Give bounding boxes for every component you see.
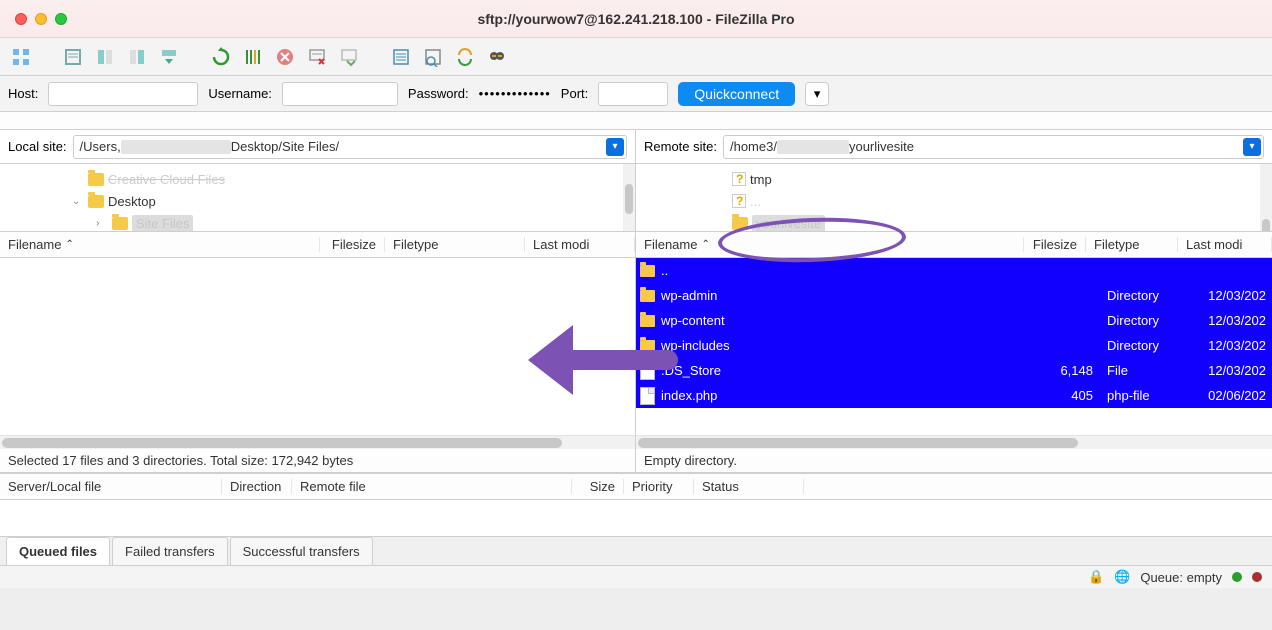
- folder-icon: [112, 217, 128, 230]
- queue-tabs: Queued files Failed transfers Successful…: [0, 536, 1272, 566]
- disclosure-icon[interactable]: ›: [96, 218, 108, 229]
- col-serverfile[interactable]: Server/Local file: [0, 479, 222, 494]
- process-queue-icon[interactable]: [240, 44, 266, 70]
- disclosure-icon[interactable]: ⌄: [72, 196, 84, 207]
- sort-asc-icon: ⌃: [701, 239, 709, 250]
- cancel-icon[interactable]: [272, 44, 298, 70]
- disconnect-icon[interactable]: [304, 44, 330, 70]
- filter-icon[interactable]: [388, 44, 414, 70]
- col-filesize[interactable]: Filesize: [1024, 237, 1086, 252]
- list-item[interactable]: wp-adminDirectory12/03/202: [636, 283, 1272, 308]
- sync-browsing-icon[interactable]: [452, 44, 478, 70]
- blurred-segment: [777, 140, 849, 154]
- window-title: sftp://yourwow7@162.241.218.100 - FileZi…: [0, 11, 1272, 27]
- folder-icon: [640, 340, 655, 352]
- col-filesize[interactable]: Filesize: [320, 237, 385, 252]
- remote-status: Empty directory.: [636, 449, 1272, 473]
- status-bar: 🔒 🌐 Queue: empty: [0, 566, 1272, 588]
- chevron-down-icon[interactable]: ▾: [1243, 138, 1261, 156]
- local-columns: Filename⌃ Filesize Filetype Last modi: [0, 232, 635, 258]
- remote-columns: Filename⌃ Filesize Filetype Last modi: [636, 232, 1272, 258]
- list-item[interactable]: ..: [636, 258, 1272, 283]
- folder-icon: [88, 195, 104, 208]
- transfer-queue[interactable]: [0, 500, 1272, 536]
- site-manager-icon[interactable]: [8, 44, 34, 70]
- local-status: Selected 17 files and 3 directories. Tot…: [0, 449, 635, 473]
- remote-filelist[interactable]: .. wp-adminDirectory12/03/202 wp-content…: [636, 258, 1272, 449]
- file-icon: [640, 387, 655, 405]
- remote-site-label: Remote site:: [644, 139, 717, 154]
- lock-icon: 🔒: [1088, 569, 1104, 585]
- scrollbar[interactable]: [1260, 164, 1272, 232]
- toggle-queue-icon[interactable]: [156, 44, 182, 70]
- search-icon[interactable]: [484, 44, 510, 70]
- list-item[interactable]: index.php405php-file02/06/202: [636, 383, 1272, 408]
- remote-path-input[interactable]: /home3/yourlivesite ▾: [723, 135, 1264, 159]
- local-filelist[interactable]: [0, 258, 635, 449]
- toolbar: [0, 38, 1272, 76]
- folder-icon: [640, 290, 655, 302]
- scrollbar[interactable]: [636, 435, 1272, 449]
- panes: Creative Cloud Files ⌄Desktop ›Site File…: [0, 164, 1272, 474]
- folder-icon: [640, 265, 655, 277]
- status-dot-green: [1232, 572, 1242, 582]
- username-label: Username:: [208, 86, 272, 101]
- globe-icon: 🌐: [1114, 569, 1130, 585]
- password-input[interactable]: •••••••••••••: [479, 86, 551, 101]
- col-remotefile[interactable]: Remote file: [292, 479, 572, 494]
- file-icon: [640, 362, 655, 380]
- quickconnect-bar: Host: Username: Password: ••••••••••••• …: [0, 76, 1272, 112]
- folder-icon: [732, 217, 748, 230]
- port-input[interactable]: [598, 82, 668, 106]
- local-tree[interactable]: Creative Cloud Files ⌄Desktop ›Site File…: [0, 164, 635, 232]
- compare-icon[interactable]: [420, 44, 446, 70]
- unknown-folder-icon: [732, 194, 746, 208]
- col-filename[interactable]: Filename⌃: [0, 237, 320, 252]
- col-size[interactable]: Size: [572, 479, 624, 494]
- col-direction[interactable]: Direction: [222, 479, 292, 494]
- host-label: Host:: [8, 86, 38, 101]
- scrollbar[interactable]: [0, 435, 635, 449]
- local-site-label: Local site:: [8, 139, 67, 154]
- list-item[interactable]: .DS_Store6,148File12/03/202: [636, 358, 1272, 383]
- col-status[interactable]: Status: [694, 479, 804, 494]
- list-item[interactable]: wp-includesDirectory12/03/202: [636, 333, 1272, 358]
- col-lastmod[interactable]: Last modi: [1178, 237, 1272, 252]
- quickconnect-dropdown[interactable]: ▾: [805, 82, 829, 106]
- status-dot-red: [1252, 572, 1262, 582]
- chevron-down-icon[interactable]: ▾: [606, 138, 624, 156]
- col-filetype[interactable]: Filetype: [385, 237, 525, 252]
- scrollbar[interactable]: [623, 164, 635, 232]
- list-item[interactable]: wp-contentDirectory12/03/202: [636, 308, 1272, 333]
- blurred-segment: [121, 140, 231, 154]
- quickconnect-button[interactable]: Quickconnect: [678, 82, 795, 106]
- unknown-folder-icon: [732, 172, 746, 186]
- username-input[interactable]: [282, 82, 398, 106]
- col-lastmod[interactable]: Last modi: [525, 237, 635, 252]
- col-filename[interactable]: Filename⌃: [636, 237, 1024, 252]
- local-path-input[interactable]: /Users,Desktop/Site Files/ ▾: [73, 135, 627, 159]
- refresh-icon[interactable]: [208, 44, 234, 70]
- host-input[interactable]: [48, 82, 198, 106]
- tab-failed[interactable]: Failed transfers: [112, 537, 228, 565]
- port-label: Port:: [561, 86, 588, 101]
- sort-asc-icon: ⌃: [65, 239, 73, 250]
- tab-queued[interactable]: Queued files: [6, 537, 110, 565]
- reconnect-icon[interactable]: [336, 44, 362, 70]
- toggle-local-tree-icon[interactable]: [92, 44, 118, 70]
- queue-status: Queue: empty: [1140, 570, 1222, 585]
- path-row: Local site: /Users,Desktop/Site Files/ ▾…: [0, 130, 1272, 164]
- log-area: [0, 112, 1272, 130]
- password-label: Password:: [408, 86, 469, 101]
- titlebar: sftp://yourwow7@162.241.218.100 - FileZi…: [0, 0, 1272, 38]
- remote-tree[interactable]: tmp ... yourlivesite: [636, 164, 1272, 232]
- transfer-columns: Server/Local file Direction Remote file …: [0, 474, 1272, 500]
- toggle-remote-tree-icon[interactable]: [124, 44, 150, 70]
- toggle-log-icon[interactable]: [60, 44, 86, 70]
- folder-icon: [88, 173, 104, 186]
- folder-icon: [640, 315, 655, 327]
- tab-successful[interactable]: Successful transfers: [230, 537, 373, 565]
- col-priority[interactable]: Priority: [624, 479, 694, 494]
- col-filetype[interactable]: Filetype: [1086, 237, 1178, 252]
